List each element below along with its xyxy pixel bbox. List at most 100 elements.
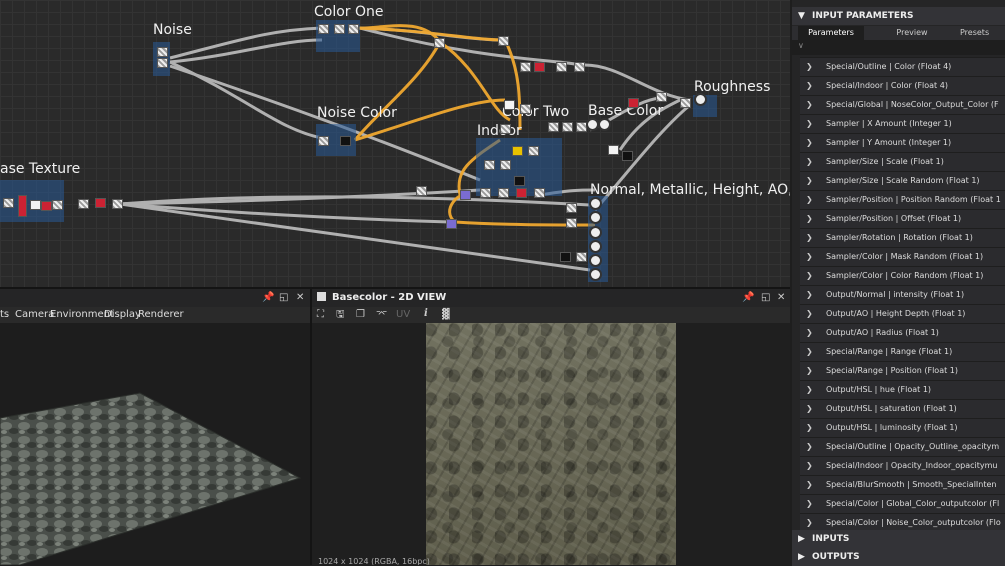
output-node[interactable] (589, 254, 602, 267)
expand-chevron-icon[interactable]: ❯ (806, 305, 813, 323)
expand-chevron-icon[interactable]: ❯ (806, 191, 813, 209)
parameter-row[interactable]: ❯ Special/Range | Range (Float 1) (800, 342, 1005, 361)
parameter-row[interactable]: ❯ Special/Outline | Opacity_Outline_opaci… (800, 437, 1005, 456)
graph-node[interactable] (52, 200, 63, 210)
parameter-row[interactable]: ❯ Sampler/Rotation | Rotation (Float 1) (800, 228, 1005, 247)
copy-icon[interactable]: ❐ (356, 309, 365, 321)
graph-node[interactable] (446, 219, 457, 229)
output-node[interactable] (694, 93, 707, 106)
outputs-section-header[interactable]: ▶ OUTPUTS (792, 548, 1005, 566)
parameter-row[interactable]: ❯ Output/AO | Radius (Float 1) (800, 323, 1005, 342)
info-icon[interactable]: i (424, 308, 428, 320)
graph-node[interactable] (528, 146, 539, 156)
pin-icon[interactable]: 📌 (262, 292, 274, 304)
parameter-row[interactable]: ❯ Output/Normal | intensity (Float 1) (800, 285, 1005, 304)
graph-node[interactable] (514, 176, 525, 186)
tab-parameters[interactable]: Parameters (798, 26, 864, 41)
3d-viewport[interactable] (0, 323, 310, 565)
histogram-icon[interactable]: ▓ (442, 309, 450, 321)
graph-node[interactable] (576, 252, 587, 262)
graph-node[interactable] (560, 252, 571, 262)
expand-chevron-icon[interactable]: ❯ (806, 248, 813, 266)
expand-chevron-icon[interactable]: ❯ (806, 77, 813, 95)
graph-node[interactable] (416, 186, 427, 196)
parameter-row[interactable]: ❯ Special/Global | NoseColor_Output_Color… (800, 95, 1005, 114)
graph-node[interactable] (480, 188, 491, 198)
2d-viewport[interactable]: 1024 x 1024 (RGBA, 16bpc) (312, 323, 790, 565)
input-parameters-header[interactable]: ▼ INPUT PARAMETERS (792, 7, 1005, 25)
menu-item-renderer[interactable]: Renderer (138, 309, 184, 320)
output-node[interactable] (598, 118, 611, 131)
graph-node[interactable] (434, 38, 445, 48)
graph-node[interactable] (334, 24, 345, 34)
graph-node[interactable] (460, 190, 471, 200)
graph-node[interactable] (520, 104, 531, 114)
graph-node[interactable] (18, 195, 27, 217)
graph-node[interactable] (157, 58, 168, 68)
expand-chevron-icon[interactable]: ❯ (806, 381, 813, 399)
graph-node[interactable] (512, 146, 523, 156)
graph-node[interactable] (3, 198, 14, 208)
close-icon[interactable]: ✕ (296, 292, 304, 304)
parameter-row[interactable]: ❯ Special/BlurSmooth | Smooth_SpecialInte… (800, 475, 1005, 494)
expand-chevron-icon[interactable]: ❯ (806, 286, 813, 304)
graph-node[interactable] (318, 24, 329, 34)
graph-node[interactable] (656, 92, 667, 102)
save-icon[interactable]: 🖫 (336, 309, 345, 321)
expand-chevron-icon[interactable]: ❯ (806, 58, 813, 76)
graph-node[interactable] (556, 62, 567, 72)
expand-chevron-icon[interactable]: ❯ (806, 210, 813, 228)
node-graph[interactable]: Noise Color One Noise Color Indoor Color… (0, 0, 790, 287)
expand-chevron-icon[interactable]: ❯ (806, 476, 813, 494)
share-icon[interactable]: ⌤ (376, 309, 388, 321)
graph-node[interactable] (498, 188, 509, 198)
graph-node[interactable] (566, 218, 577, 228)
parameter-row[interactable]: ❯ Special/Indoor | Opacity_Indoor_opacity… (800, 456, 1005, 475)
parameter-row[interactable]: ❯ Sampler/Size | Scale (Float 1) (800, 152, 1005, 171)
output-node[interactable] (589, 268, 602, 281)
expand-chevron-icon[interactable]: ❯ (806, 324, 813, 342)
expand-chevron-icon[interactable]: ❯ (806, 115, 813, 133)
graph-node[interactable] (534, 62, 545, 72)
graph-node[interactable] (520, 62, 531, 72)
graph-node[interactable] (78, 199, 89, 209)
output-node[interactable] (589, 211, 602, 224)
graph-node[interactable] (504, 100, 515, 110)
parameter-row[interactable]: ❯ Special/Range | Position (Float 1) (800, 361, 1005, 380)
parameter-row[interactable]: ❯ Sampler/Position | Position Random (Flo… (800, 190, 1005, 209)
graph-node[interactable] (562, 122, 573, 132)
expand-chevron-icon[interactable]: ❯ (806, 362, 813, 380)
graph-node[interactable] (548, 122, 559, 132)
parameter-row[interactable]: ❯ Special/Outline | Color (Float 4) (800, 57, 1005, 76)
parameter-row[interactable]: ❯ Sampler | Y Amount (Integer 1) (800, 133, 1005, 152)
pin-icon[interactable]: 📌 (742, 292, 754, 304)
output-node[interactable] (589, 197, 602, 210)
graph-node[interactable] (516, 188, 527, 198)
parameter-row[interactable]: ❯ Special/Color | Global_Color_outputcolo… (800, 494, 1005, 513)
expand-chevron-icon[interactable]: ❯ (806, 172, 813, 190)
parameter-row[interactable]: ❯ Sampler | X Amount (Integer 1) (800, 114, 1005, 133)
parameter-row[interactable]: ❯ Special/Indoor | Color (Float 4) (800, 76, 1005, 95)
graph-node[interactable] (500, 160, 511, 170)
graph-node[interactable] (498, 36, 509, 46)
tab-preview[interactable]: Preview (878, 26, 946, 40)
uv-dropdown[interactable]: UV (396, 309, 410, 321)
tab-presets[interactable]: Presets (960, 26, 1005, 40)
parameter-row[interactable]: ❯ Output/HSL | hue (Float 1) (800, 380, 1005, 399)
output-node[interactable] (589, 226, 602, 239)
graph-node[interactable] (348, 24, 359, 34)
graph-node[interactable] (566, 203, 577, 213)
output-node[interactable] (589, 240, 602, 253)
graph-node[interactable] (30, 200, 41, 210)
expand-chevron-icon[interactable]: ❯ (806, 229, 813, 247)
close-icon[interactable]: ✕ (777, 292, 785, 304)
parameter-row[interactable]: ❯ Sampler/Position | Offset (Float 1) (800, 209, 1005, 228)
parameter-row[interactable]: ❯ Output/HSL | luminosity (Float 1) (800, 418, 1005, 437)
expand-chevron-icon[interactable]: ❯ (806, 134, 813, 152)
menu-item-display[interactable]: Display (104, 309, 141, 320)
graph-node[interactable] (112, 199, 123, 209)
expand-chevron-icon[interactable]: ❯ (806, 495, 813, 513)
expand-chevron-icon[interactable]: ❯ (806, 153, 813, 171)
parameter-row[interactable]: ❯ Output/HSL | saturation (Float 1) (800, 399, 1005, 418)
expand-chevron-icon[interactable]: ❯ (806, 400, 813, 418)
